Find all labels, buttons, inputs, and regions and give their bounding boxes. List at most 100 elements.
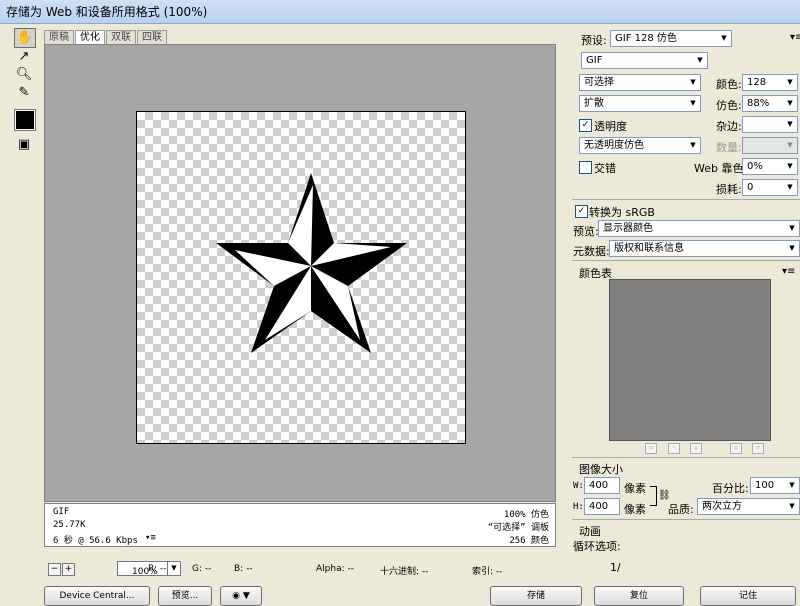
trans-dither-value: 无透明度仿色: [584, 140, 644, 151]
preview-label: 预览:: [573, 225, 599, 238]
chevron-down-icon: ▼: [787, 162, 793, 170]
chevron-down-icon: ▼: [690, 99, 696, 107]
device-central-button[interactable]: Device Central...: [44, 586, 150, 606]
eyedropper-color-swatch[interactable]: [14, 109, 36, 131]
zoom-icon[interactable]: 🔍︎: [14, 66, 34, 84]
percent-select[interactable]: 100 ▼: [750, 477, 800, 494]
chevron-down-icon: ▼: [167, 562, 180, 575]
metadata-label: 元数据:: [573, 245, 610, 258]
percent-value: 100: [755, 480, 775, 491]
web-snap-select[interactable]: 0% ▼: [742, 158, 798, 175]
reduction-value: 可选择: [584, 77, 614, 88]
readout-index: 索引: --: [472, 567, 503, 577]
chevron-down-icon: ▼: [787, 99, 793, 107]
color-table[interactable]: [609, 279, 771, 441]
save-button[interactable]: 存储: [490, 586, 582, 606]
dither-algorithm-select[interactable]: 扩散 ▼: [579, 95, 701, 112]
divider: [572, 457, 800, 458]
height-label: H:: [573, 502, 584, 512]
divider: [572, 199, 800, 200]
lossy-value: 0: [747, 182, 754, 193]
link-icon[interactable]: ⛓: [658, 490, 671, 501]
readout-b: B: --: [234, 564, 253, 574]
tool-panel: ✋ ↗ 🔍︎ ✎ ▣: [10, 28, 38, 158]
divider: [572, 260, 800, 261]
format-value: GIF: [586, 55, 603, 66]
dither-select[interactable]: 88% ▼: [742, 95, 798, 112]
panel-menu-icon[interactable]: ▾≡: [790, 32, 800, 43]
width-input[interactable]: 400: [584, 477, 620, 494]
tab-4up[interactable]: 四联: [137, 30, 167, 45]
map-color-icon[interactable]: ▫: [645, 443, 657, 454]
interlaced-checkbox[interactable]: [579, 161, 592, 174]
new-color-icon[interactable]: ▫: [730, 443, 742, 454]
dither-label: 仿色:: [716, 99, 742, 112]
web-snap-label: Web 靠色:: [694, 162, 748, 175]
chevron-down-icon: ▼: [789, 481, 795, 489]
readout-g: G: --: [192, 564, 212, 574]
eyedropper-icon[interactable]: ✎: [14, 84, 34, 102]
color-table-menu-icon[interactable]: ▾≡: [782, 266, 795, 277]
height-input[interactable]: 400: [584, 498, 620, 515]
lossy-select[interactable]: 0 ▼: [742, 179, 798, 196]
star-image: [216, 173, 407, 353]
transparency-dither-select[interactable]: 无透明度仿色 ▼: [579, 137, 701, 154]
matte-select[interactable]: ▼: [742, 116, 798, 133]
chevron-down-icon: ▼: [789, 244, 795, 252]
quality-value: 两次立方: [702, 501, 742, 512]
constrain-bracket: [650, 486, 657, 506]
preset-select[interactable]: GIF 128 仿色 ▼: [610, 30, 732, 47]
info-menu-icon[interactable]: ▾≡: [145, 533, 156, 543]
web-shift-icon[interactable]: ◦: [668, 443, 680, 454]
color-reduction-select[interactable]: 可选择 ▼: [579, 74, 701, 91]
trash-icon[interactable]: ▿: [752, 443, 764, 454]
chevron-down-icon: ▼: [787, 141, 793, 149]
view-tabs: 原稿 优化 双联 四联: [44, 30, 168, 45]
browser-select[interactable]: ◉ ▼: [220, 586, 262, 606]
toggle-slices-icon[interactable]: ▣: [14, 136, 34, 154]
height-unit: 像素: [624, 503, 646, 516]
optimization-info: GIF 25.77K 6 秒 @ 56.6 Kbps ▾≡ 100% 仿色 “可…: [44, 503, 556, 547]
zoom-in-button[interactable]: +: [62, 563, 75, 576]
transparency-label: 透明度: [594, 120, 627, 133]
readout-alpha: Alpha: --: [316, 564, 354, 574]
readout-hex: 十六进制: --: [380, 567, 429, 577]
width-unit: 像素: [624, 482, 646, 495]
info-dither: 100% 仿色: [503, 510, 549, 520]
preset-label: 预设:: [581, 34, 607, 47]
format-select[interactable]: GIF ▼: [581, 52, 708, 69]
web-snap-value: 0%: [747, 161, 763, 172]
zoom-out-button[interactable]: −: [48, 563, 61, 576]
hand-icon[interactable]: ✋: [14, 28, 36, 48]
color-table-title: 颜色表: [579, 267, 612, 280]
interlaced-label: 交错: [594, 162, 616, 175]
chevron-down-icon: ▼: [787, 78, 793, 86]
window-title: 存储为 Web 和设备所用格式 (100%): [0, 0, 800, 24]
info-colors: 256 颜色: [509, 536, 549, 546]
info-palette: “可选择” 调板: [487, 523, 549, 533]
convert-srgb-label: 转换为 sRGB: [589, 206, 655, 219]
colors-label: 颜色:: [716, 78, 742, 91]
image-size-title: 图像大小: [579, 463, 623, 476]
chevron-down-icon: ▼: [789, 502, 795, 510]
preview-button[interactable]: 预览...: [158, 586, 212, 606]
tab-optimized[interactable]: 优化: [75, 30, 105, 45]
preview-select[interactable]: 显示器颜色 ▼: [598, 220, 800, 237]
quality-select[interactable]: 两次立方 ▼: [697, 498, 800, 515]
dither-algo-value: 扩散: [584, 98, 604, 109]
colors-value: 128: [747, 77, 767, 88]
quality-label: 品质:: [668, 503, 694, 516]
tab-original[interactable]: 原稿: [44, 30, 74, 45]
slice-select-icon[interactable]: ↗: [14, 48, 34, 66]
status-bar: − + 100% ▼ R: -- G: -- B: -- Alpha: -- 十六…: [44, 561, 556, 579]
colors-select[interactable]: 128 ▼: [742, 74, 798, 91]
amount-label: 数量:: [716, 141, 742, 154]
dither-value: 88%: [747, 98, 770, 109]
convert-srgb-checkbox[interactable]: ✓: [575, 205, 588, 218]
transparency-checkbox[interactable]: ✓: [579, 119, 592, 132]
frame-counter: 1/: [610, 561, 621, 574]
tab-2up[interactable]: 双联: [106, 30, 136, 45]
metadata-select[interactable]: 版权和联系信息 ▼: [609, 240, 800, 257]
lock-color-icon[interactable]: ▵: [690, 443, 702, 454]
metadata-value: 版权和联系信息: [614, 243, 684, 254]
